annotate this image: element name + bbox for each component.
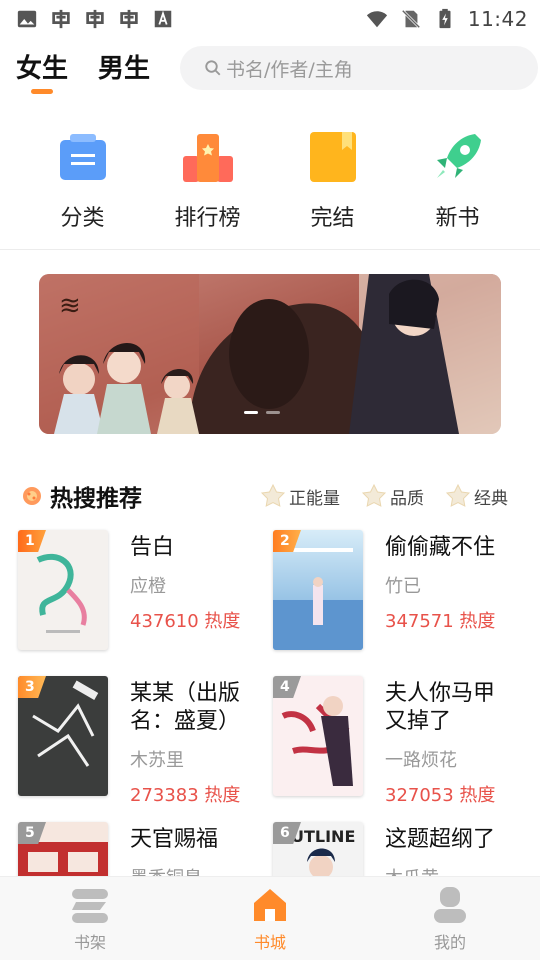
book-author: 一路烦花 <box>385 750 457 771</box>
filter-label: 经典 <box>474 488 508 509</box>
banner-calligraphy: ≋ <box>59 291 81 321</box>
category-classify[interactable]: 分类 <box>28 130 138 240</box>
filter-label: 正能量 <box>289 488 340 509</box>
book-heat: 273383 热度 <box>130 785 241 806</box>
book-cover: 1 <box>18 530 108 650</box>
battery-charging-icon <box>439 8 451 29</box>
category-icon <box>59 134 106 180</box>
book-author: 木苏里 <box>130 750 184 771</box>
star-icon <box>260 483 286 507</box>
ranking-icon <box>182 134 233 182</box>
section-title: 热搜推荐 <box>50 486 142 512</box>
category-label: 分类 <box>60 206 105 231</box>
banner-dot[interactable] <box>266 411 280 414</box>
book-title: 这题超纲了 <box>385 827 496 852</box>
status-bar: 11:42 <box>0 0 540 38</box>
search-input[interactable]: 书名/作者/主角 <box>180 46 538 90</box>
book-item[interactable]: 4 夫人你马甲又掉了 一路烦花 327053 热度 <box>255 674 510 806</box>
book-cover: 2 <box>273 530 363 650</box>
banner-illustration: ≋ <box>39 274 501 434</box>
filter-group: 正能量 品质 经典 <box>259 483 540 509</box>
star-icon <box>361 483 387 507</box>
rocket-icon <box>436 134 481 178</box>
book-cover: 3 <box>18 676 108 796</box>
category-row: 分类 排行榜 完结 新书 <box>0 130 540 240</box>
promo-banner[interactable]: ≋ <box>39 274 501 434</box>
bug-icon <box>120 9 138 29</box>
tab-bookstore[interactable]: 书城 <box>180 877 360 960</box>
bug-icon <box>86 9 104 29</box>
book-title: 某某（出版名：盛夏） <box>130 681 241 734</box>
status-time: 11:42 <box>467 7 528 31</box>
book-heat: 347571 热度 <box>385 611 496 632</box>
tab-label: 我的 <box>433 933 466 952</box>
category-new[interactable]: 新书 <box>403 130 513 240</box>
search-placeholder: 书名/作者/主角 <box>226 58 353 81</box>
filter-label: 品质 <box>390 488 424 509</box>
book-item[interactable]: 1 告白 应橙 437610 热度 <box>0 528 255 653</box>
tab-profile[interactable]: 我的 <box>360 877 540 960</box>
filter-positive[interactable]: 正能量 <box>259 483 340 509</box>
category-finished[interactable]: 完结 <box>278 130 388 240</box>
finished-icon <box>309 132 356 182</box>
tab-female[interactable]: 女生 <box>16 40 68 94</box>
book-title: 偷偷藏不住 <box>385 535 496 560</box>
star-icon <box>445 483 471 507</box>
search-icon <box>205 60 221 76</box>
top-bar: 女生 男生 书名/作者/主角 <box>0 40 540 94</box>
wifi-icon <box>366 11 387 28</box>
book-author: 竹已 <box>385 576 421 597</box>
filter-quality[interactable]: 品质 <box>360 483 424 509</box>
tab-bookshelf[interactable]: 书架 <box>0 877 180 960</box>
banner-indicator <box>244 411 280 414</box>
svg-text:UTLINE: UTLINE <box>291 827 355 846</box>
book-title: 夫人你马甲又掉了 <box>385 681 496 734</box>
bookshelf-icon <box>72 889 108 923</box>
book-cover: 4 <box>273 676 363 796</box>
book-item[interactable]: 3 某某（出版名：盛夏） 木苏里 273383 热度 <box>0 674 255 806</box>
divider <box>0 249 540 250</box>
hot-section-header: 热搜推荐 正能量 品质 经典 <box>0 476 540 516</box>
category-label: 新书 <box>435 206 480 231</box>
home-icon <box>254 889 286 921</box>
bug-icon <box>52 9 70 29</box>
image-icon <box>17 10 37 28</box>
book-heat: 437610 热度 <box>130 611 241 632</box>
category-label: 完结 <box>310 206 355 231</box>
a-box-icon <box>154 10 172 28</box>
book-title: 告白 <box>130 535 175 560</box>
filter-classic[interactable]: 经典 <box>444 483 508 509</box>
category-label: 排行榜 <box>174 206 241 231</box>
category-ranking[interactable]: 排行榜 <box>153 130 263 240</box>
banner-dot[interactable] <box>244 411 258 414</box>
book-title: 天官赐福 <box>130 827 219 852</box>
book-author: 应橙 <box>130 576 166 597</box>
book-item[interactable]: 2 偷偷藏不住 竹已 347571 热度 <box>255 528 510 653</box>
no-sim-icon <box>401 9 421 29</box>
book-heat: 327053 热度 <box>385 785 496 806</box>
hot-icon <box>23 487 41 505</box>
tab-label: 书架 <box>73 933 106 952</box>
profile-icon <box>434 887 466 923</box>
tab-label: 书城 <box>253 933 286 952</box>
bottom-tab-bar: 书架 书城 我的 <box>0 876 540 960</box>
tab-male[interactable]: 男生 <box>98 40 150 92</box>
